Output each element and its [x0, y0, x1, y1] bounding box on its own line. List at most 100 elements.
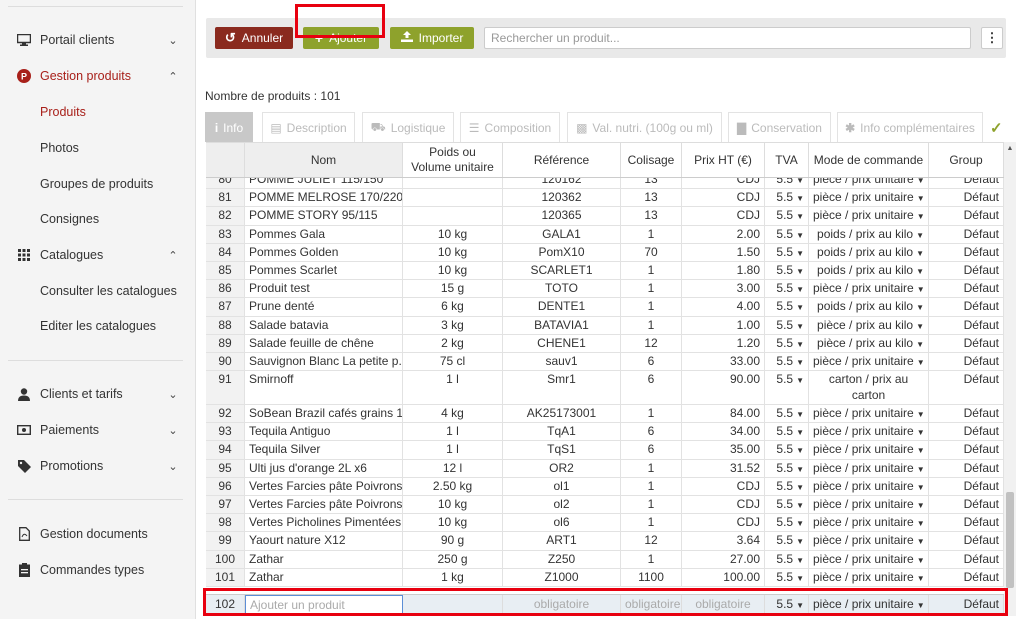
sidebar-item-catalogues[interactable]: Catalogues ⌃ — [0, 237, 196, 273]
cell-poids[interactable]: 1 l — [403, 441, 503, 459]
sidebar-item-promotions[interactable]: Promotions ⌄ — [0, 448, 196, 484]
cell-poids[interactable]: 10 kg — [403, 496, 503, 514]
sidebar-item-paiements[interactable]: Paiements ⌄ — [0, 412, 196, 448]
cell-prix[interactable]: 3.00 — [682, 280, 765, 298]
cell-groupe[interactable]: Défaut — [929, 405, 1004, 423]
search-input[interactable] — [484, 27, 971, 49]
cell-mode[interactable]: poids / prix au kilo ▼ — [809, 243, 929, 261]
cell-tva[interactable]: 5.5 ▼ — [765, 178, 809, 189]
cell-mode[interactable]: pièce / prix unitaire ▼ — [809, 405, 929, 423]
cell-colisage[interactable]: 12 — [621, 532, 682, 550]
cell-groupe[interactable]: Défaut — [929, 178, 1004, 189]
import-button[interactable]: Importer — [390, 27, 474, 49]
cell-colisage[interactable]: 13 — [621, 207, 682, 225]
cell-reference[interactable]: GALA1 — [503, 225, 621, 243]
cell-colisage[interactable]: 1100 — [621, 568, 682, 586]
cell-colisage[interactable]: 70 — [621, 243, 682, 261]
cell-groupe[interactable]: Défaut — [929, 477, 1004, 495]
cell-prix[interactable]: 35.00 — [682, 441, 765, 459]
cell-mode[interactable]: pièce / prix unitaire ▼ — [809, 207, 929, 225]
cell-groupe[interactable]: Défaut — [929, 280, 1004, 298]
cell-groupe[interactable]: Défaut — [929, 371, 1004, 405]
cell-nom[interactable]: Yaourt nature X12 — [245, 532, 403, 550]
cell-mode[interactable]: poids / prix au kilo ▼ — [809, 298, 929, 316]
header-prix[interactable]: Prix HT (€) — [682, 143, 765, 177]
cell-reference[interactable]: ol1 — [503, 477, 621, 495]
cell-colisage[interactable]: 1 — [621, 261, 682, 280]
sidebar-sub-consulter-catalogues[interactable]: Consulter les catalogues — [40, 273, 177, 309]
cell-reference[interactable]: SCARLET1 — [503, 261, 621, 280]
cell-prix[interactable]: 33.00 — [682, 352, 765, 371]
cell-reference[interactable]: TqS1 — [503, 441, 621, 459]
sidebar-item-clients-tarifs[interactable]: Clients et tarifs ⌄ — [0, 376, 196, 412]
cell-prix[interactable]: 1.00 — [682, 316, 765, 334]
cell-mode[interactable]: poids / prix au kilo ▼ — [809, 261, 929, 280]
table-row[interactable]: 97 Vertes Farcies pâte Poivrons 10 kg ol2 1 C… — [206, 496, 1004, 515]
cell-nom[interactable]: POMME JULIET 115/150 — [245, 178, 403, 189]
sidebar-sub-groupes[interactable]: Groupes de produits — [40, 166, 153, 202]
cell-reference[interactable]: ol6 — [503, 514, 621, 532]
cell-mode[interactable]: pièce / prix unitaire ▼ — [809, 280, 929, 298]
cell-prix[interactable]: 3.64 — [682, 532, 765, 550]
cell-groupe[interactable]: Défaut — [929, 189, 1004, 207]
cell-mode[interactable]: pièce / prix unitaire ▼ — [809, 459, 929, 477]
cell-nom[interactable]: Tequila Silver — [245, 441, 403, 459]
header-nom[interactable]: Nom — [245, 143, 403, 177]
cell-reference[interactable]: CHENE1 — [503, 334, 621, 352]
cell-poids[interactable]: 6 kg — [403, 298, 503, 316]
tab-info-complementaires[interactable]: ✱ Info complémentaires — [837, 112, 983, 142]
cell-mode[interactable]: pièce / prix unitaire ▼ — [809, 178, 929, 189]
cell-reference[interactable]: Z250 — [503, 550, 621, 568]
cell-colisage[interactable]: 6 — [621, 423, 682, 441]
cell-reference[interactable]: 120362 — [503, 189, 621, 207]
table-row[interactable]: 94 Tequila Silver 1 l TqS1 6 35.00 5.5 ▼ pièce /… — [206, 441, 1004, 460]
cell-prix[interactable]: 1.80 — [682, 261, 765, 280]
cell-tva[interactable]: 5.5 ▼ — [765, 298, 809, 316]
cell-mode[interactable]: pièce / prix unitaire ▼ — [809, 441, 929, 459]
cell-colisage[interactable]: 1 — [621, 298, 682, 316]
header-mode[interactable]: Mode de commande — [809, 143, 929, 177]
cell-reference[interactable]: TOTO — [503, 280, 621, 298]
sidebar-sub-consignes[interactable]: Consignes — [40, 201, 99, 237]
cell-prix[interactable]: 34.00 — [682, 423, 765, 441]
scrollbar-thumb[interactable] — [1006, 492, 1014, 588]
cell-reference[interactable]: AK25173001 — [503, 405, 621, 423]
table-row[interactable]: 99 Yaourt nature X12 90 g ART1 12 3.64 5.5 ▼ piè… — [206, 532, 1004, 551]
table-row[interactable]: 98 Vertes Picholines Pimentées 10 kg ol6 1 CD… — [206, 514, 1004, 533]
cell-tva[interactable]: 5.5 ▼ — [765, 514, 809, 532]
cell-nom[interactable]: POMME STORY 95/115 — [245, 207, 403, 225]
cell-groupe[interactable]: Défaut — [929, 298, 1004, 316]
table-row[interactable]: 90 Sauvignon Blanc La petite p... 75 cl sau… — [206, 352, 1004, 372]
cell-nom[interactable]: Pommes Scarlet — [245, 261, 403, 280]
cell-nom[interactable]: Smirnoff — [245, 371, 403, 405]
cell-colisage[interactable]: 1 — [621, 405, 682, 423]
cell-reference[interactable]: DENTE1 — [503, 298, 621, 316]
cell-groupe[interactable]: Défaut — [929, 334, 1004, 352]
cell-prix[interactable]: 1.50 — [682, 243, 765, 261]
cell-tva[interactable]: 5.5 ▼ — [765, 496, 809, 514]
cell-prix[interactable]: 2.00 — [682, 225, 765, 243]
cell-poids[interactable]: 1 l — [403, 423, 503, 441]
cell-poids[interactable]: 3 kg — [403, 316, 503, 334]
table-row[interactable]: 95 Ulti jus d'orange 2L x6 12 l OR2 1 31.52 5.… — [206, 459, 1004, 478]
cell-reference[interactable]: sauv1 — [503, 352, 621, 371]
cell-reference[interactable]: 120162 — [503, 178, 621, 189]
sidebar-item-commandes-types[interactable]: Commandes types — [0, 552, 196, 588]
cell-prix[interactable]: 90.00 — [682, 371, 765, 405]
cell-colisage[interactable]: 1 — [621, 225, 682, 243]
tab-composition[interactable]: ☰ Composition — [460, 112, 560, 142]
cell-nom[interactable]: Sauvignon Blanc La petite p... — [245, 352, 403, 371]
cell-colisage[interactable]: 1 — [621, 316, 682, 334]
tab-valeurs-nutritionnelles[interactable]: ▩ Val. nutri. (100g ou ml) — [567, 112, 722, 142]
cell-poids[interactable]: 90 g — [403, 532, 503, 550]
header-tva[interactable]: TVA — [765, 143, 809, 177]
cell-nom[interactable]: POMME MELROSE 170/220 — [245, 189, 403, 207]
cell-mode[interactable]: pièce / prix unitaire ▼ — [809, 532, 929, 550]
cell-groupe[interactable]: Défaut — [929, 243, 1004, 261]
cell-nom[interactable]: Prune denté — [245, 298, 403, 316]
cell-tva[interactable]: 5.5 ▼ — [765, 423, 809, 441]
cell-tva[interactable]: 5.5 ▼ — [765, 371, 809, 405]
cell-tva[interactable]: 5.5 ▼ — [765, 405, 809, 423]
cell-tva[interactable]: 5.5 ▼ — [765, 550, 809, 568]
cell-reference[interactable]: TqA1 — [503, 423, 621, 441]
